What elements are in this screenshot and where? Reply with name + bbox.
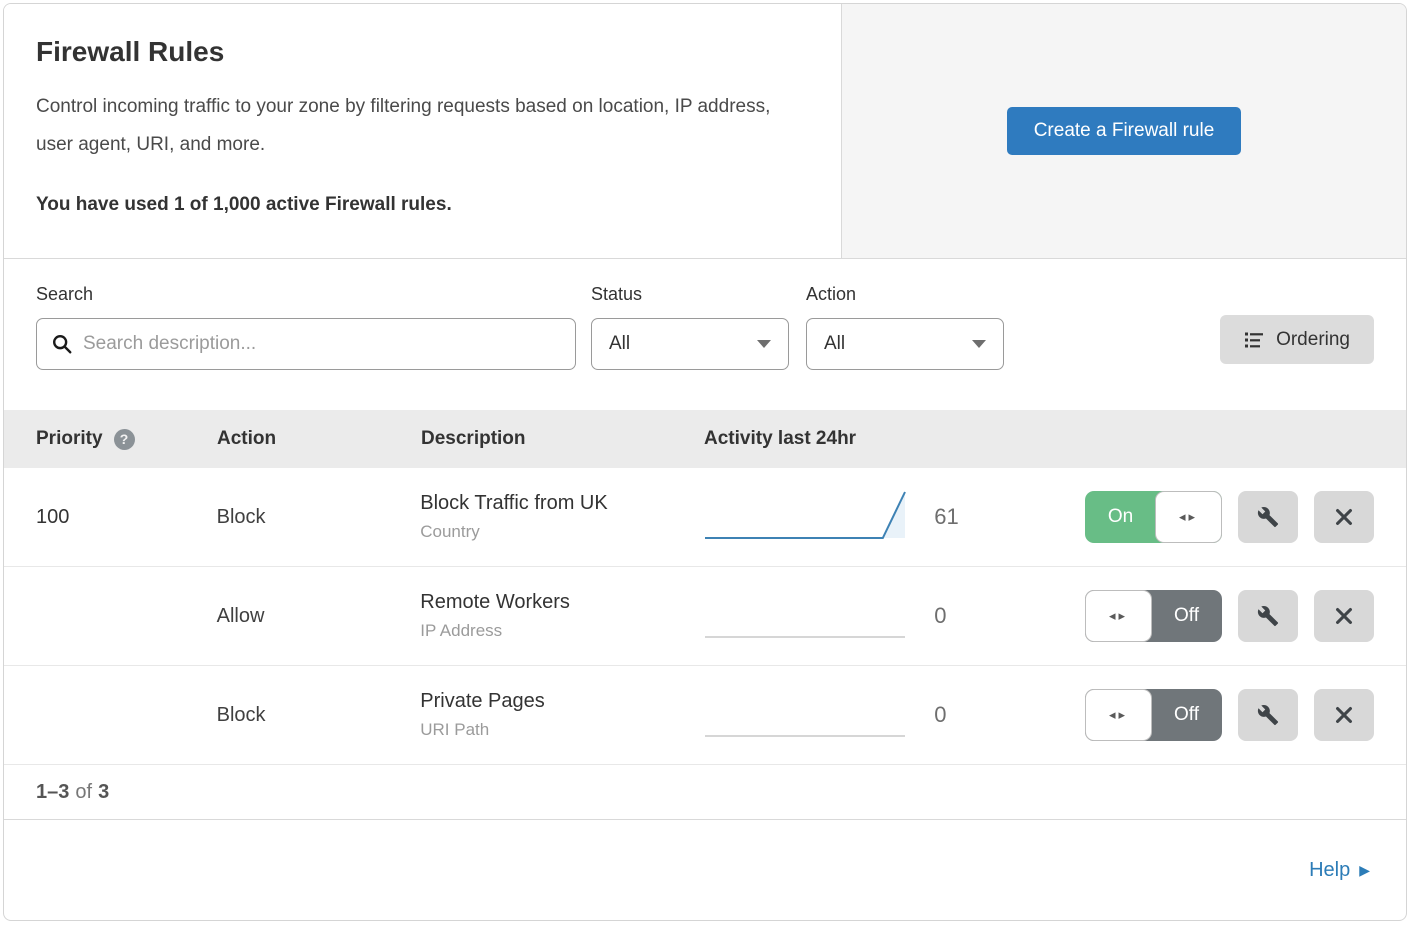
rule-description: Private Pages xyxy=(420,690,702,713)
wrench-icon xyxy=(1257,704,1279,726)
filter-bar: Search Status All Action All xyxy=(4,259,1406,410)
priority-column-label: Priority xyxy=(36,428,103,450)
action-cell: Block xyxy=(217,506,421,529)
ordering-button[interactable]: Ordering xyxy=(1220,315,1374,364)
activity-count: 0 xyxy=(912,603,1085,629)
search-icon xyxy=(51,333,73,355)
action-selected-value: All xyxy=(824,333,845,355)
create-firewall-rule-button[interactable]: Create a Firewall rule xyxy=(1007,107,1242,155)
header-section: Firewall Rules Control incoming traffic … xyxy=(4,4,1406,259)
pagination-of: of xyxy=(75,781,92,804)
table-row: BlockPrivate PagesURI Path0Off◂▸ xyxy=(4,666,1406,765)
edit-rule-button[interactable] xyxy=(1238,689,1298,741)
wrench-icon xyxy=(1257,506,1279,528)
edit-rule-button[interactable] xyxy=(1238,491,1298,543)
description-cell: Remote Workers IP Address xyxy=(420,591,702,641)
table-header: Priority ? Action Description Activity l… xyxy=(4,410,1406,468)
create-rule-panel: Create a Firewall rule xyxy=(842,4,1406,258)
toggle-state-label: Off xyxy=(1151,689,1222,741)
rule-type: IP Address xyxy=(420,621,702,641)
status-select[interactable]: All xyxy=(591,318,789,370)
search-box xyxy=(36,318,576,370)
activity-cell xyxy=(703,684,913,747)
rule-enabled-toggle[interactable]: Off◂▸ xyxy=(1085,590,1222,642)
activity-sparkline xyxy=(703,684,908,742)
row-controls: Off◂▸ xyxy=(1085,590,1374,642)
toggle-state-label: On xyxy=(1085,491,1156,543)
action-select[interactable]: All xyxy=(806,318,1004,370)
description-cell: Block Traffic from UK Country xyxy=(420,492,702,542)
action-filter-group: Action All xyxy=(806,284,1021,370)
status-selected-value: All xyxy=(609,333,630,355)
table-row: AllowRemote WorkersIP Address0Off◂▸ xyxy=(4,567,1406,666)
chevron-down-icon xyxy=(972,340,986,348)
activity-cell xyxy=(703,486,913,549)
priority-cell: 100 xyxy=(36,506,217,529)
activity-sparkline xyxy=(703,585,908,643)
row-controls: Off◂▸ xyxy=(1085,689,1374,741)
rule-description: Remote Workers xyxy=(420,591,702,614)
status-label: Status xyxy=(591,284,806,305)
firewall-rules-card: Firewall Rules Control incoming traffic … xyxy=(3,3,1407,921)
chevron-down-icon xyxy=(757,340,771,348)
search-filter-group: Search xyxy=(36,284,591,370)
priority-help-icon[interactable]: ? xyxy=(114,429,135,450)
page-description: Control incoming traffic to your zone by… xyxy=(36,88,806,164)
column-activity: Activity last 24hr xyxy=(704,428,1374,450)
activity-cell xyxy=(703,585,913,648)
rules-table-body: 100BlockBlock Traffic from UKCountry61On… xyxy=(4,468,1406,765)
wrench-icon xyxy=(1257,605,1279,627)
toggle-drag-handle[interactable]: ◂▸ xyxy=(1155,491,1222,543)
x-icon xyxy=(1333,704,1355,726)
delete-rule-button[interactable] xyxy=(1314,590,1374,642)
rule-type: Country xyxy=(420,522,702,542)
help-link-label: Help xyxy=(1309,859,1350,882)
description-cell: Private Pages URI Path xyxy=(420,690,702,740)
header-text-panel: Firewall Rules Control incoming traffic … xyxy=(4,4,842,258)
rule-enabled-toggle[interactable]: Off◂▸ xyxy=(1085,689,1222,741)
table-row: 100BlockBlock Traffic from UK Country 61On… xyxy=(4,468,1406,567)
column-action: Action xyxy=(217,428,421,450)
status-filter-group: Status All xyxy=(591,284,806,370)
arrow-right-icon: ▶ xyxy=(1359,862,1370,879)
row-controls: On◂▸ xyxy=(1085,491,1374,543)
delete-rule-button[interactable] xyxy=(1314,689,1374,741)
activity-count: 61 xyxy=(912,504,1085,530)
rule-type: URI Path xyxy=(420,720,702,740)
help-link[interactable]: Help ▶ xyxy=(1309,859,1370,882)
pagination-total: 3 xyxy=(98,781,109,804)
list-ordering-icon xyxy=(1244,330,1264,350)
column-description: Description xyxy=(421,428,704,450)
search-input[interactable] xyxy=(36,318,576,370)
x-icon xyxy=(1333,605,1355,627)
action-label: Action xyxy=(806,284,1021,305)
toggle-state-label: Off xyxy=(1151,590,1222,642)
usage-note: You have used 1 of 1,000 active Firewall… xyxy=(36,194,809,216)
page-title: Firewall Rules xyxy=(36,36,809,68)
search-label: Search xyxy=(36,284,591,305)
activity-count: 0 xyxy=(912,702,1085,728)
toggle-drag-handle[interactable]: ◂▸ xyxy=(1085,590,1152,642)
help-row: Help ▶ xyxy=(4,820,1406,920)
action-cell: Block xyxy=(217,704,421,727)
delete-rule-button[interactable] xyxy=(1314,491,1374,543)
pagination: 1–3 of 3 xyxy=(4,765,1406,820)
edit-rule-button[interactable] xyxy=(1238,590,1298,642)
action-cell: Allow xyxy=(217,605,421,628)
rule-enabled-toggle[interactable]: On◂▸ xyxy=(1085,491,1222,543)
activity-sparkline xyxy=(703,486,908,544)
pagination-range: 1–3 xyxy=(36,781,69,804)
rule-description: Block Traffic from UK xyxy=(420,492,702,515)
toggle-drag-handle[interactable]: ◂▸ xyxy=(1085,689,1152,741)
ordering-button-label: Ordering xyxy=(1276,329,1350,351)
column-priority: Priority ? xyxy=(36,428,217,450)
x-icon xyxy=(1333,506,1355,528)
